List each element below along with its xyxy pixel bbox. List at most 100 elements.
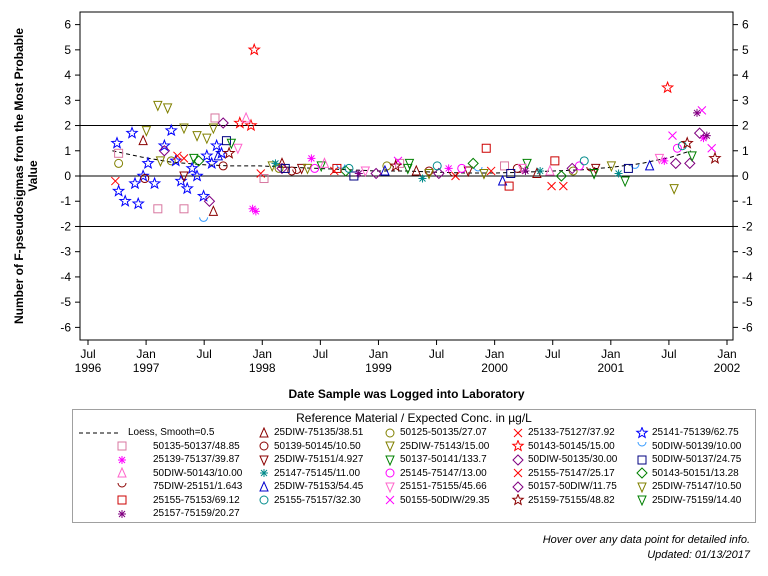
data-point[interactable]: 25DIW-75143/15.00 1997-02-20 2.8 [153,100,163,112]
data-point[interactable]: 25DIW-75153/54.45 2001-04-25 0.4 [644,159,655,171]
data-point[interactable]: 25155-75147/25.17 2000-06-25 -0.4 [547,181,556,191]
data-point[interactable]: 25155-75157/32.30 2000-10-05 0.6 [579,156,589,166]
data-point[interactable]: 25141-75139/62.75 1996-12-01 1.7 [125,126,139,139]
legend-marker[interactable] [259,426,269,438]
legend-marker[interactable] [117,467,127,478]
legend-marker[interactable] [259,441,269,451]
legend-marker[interactable] [385,455,395,466]
data-point[interactable]: 50143-50145/15.00 1997-12-15 5 [247,42,261,56]
data-point[interactable]: 25147-75145/11.00 2000-05-20 0.2 [536,166,545,175]
data-point[interactable]: 50155-50DIW/29.35 2001-11-05 1.1 [707,143,717,153]
legend-marker[interactable] [117,482,127,488]
data-point[interactable]: 25139-75137/39.87 1997-12-20 -1.4 [251,207,260,216]
data-point[interactable]: 25141-75139/62.75 1997-07-20 0.8 [200,148,214,162]
data-point[interactable]: 25159-75155/48.82 1997-09-28 0.9 [222,146,236,159]
data-point[interactable]: 25147-75145/11.00 1998-02-20 0.5 [271,159,280,168]
data-point[interactable]: 50155-50DIW/29.35 2001-07-05 1.6 [668,131,677,140]
data-point[interactable]: 50135-50137/48.85 1997-05-10 -1.3 [179,204,189,214]
data-point[interactable]: 50157-50DIW/11.75 2001-08-28 0.5 [684,157,696,170]
data-point[interactable]: 25DIW-75143/15.00 1997-07-20 1.5 [202,133,212,145]
legend-marker[interactable] [637,482,647,493]
data-point[interactable]: 50137-50141/133.7 1997-06-10 0.7 [189,153,199,165]
data-point[interactable]: 25DIW-75147/10.50 2000-12-28 0.4 [606,161,617,173]
data-point[interactable]: 50DIW-50135/30.00 2001-07-15 0.5 [670,157,682,170]
data-point[interactable]: 25DIW-75135/38.51 1999-05-01 0.2 [411,164,422,176]
data-point[interactable]: 25141-75139/62.75 1997-04-01 1.8 [164,123,178,137]
data-point[interactable]: 50125-50135/27.07 1996-10-20 0.5 [114,158,124,168]
legend-marker[interactable] [385,441,395,453]
data-point[interactable]: 25139-75137/39.87 1998-06-10 0.7 [307,154,316,163]
data-point[interactable]: 25157-75159/20.27 2000-04-05 0.2 [521,166,530,175]
legend-marker[interactable] [637,442,647,447]
legend-marker[interactable] [259,495,269,505]
data-point[interactable]: 50DIW-50139/10.00 1997-07-10 -1.8 [199,217,209,222]
data-point[interactable]: 25141-75139/62.75 1996-10-20 -0.6 [112,184,126,197]
data-point[interactable]: 25DIW-75143/15.00 2001-07-10 -0.5 [669,184,679,195]
data-point[interactable]: 25157-75159/20.27 2001-09-20 2.5 [692,108,701,117]
data-point[interactable]: 50135-50137/48.85 1997-08-15 2.3 [210,113,220,123]
data-point[interactable]: 25DIW-75147/10.50 1997-02-28 0.6 [155,156,166,168]
legend-marker[interactable] [511,494,525,506]
data-point[interactable]: 25147-75145/11.00 1999-05-20 -0.1 [418,174,427,183]
legend-marker[interactable] [260,469,268,478]
data-point[interactable]: 25145-75147/13.00 2001-07-20 1.1 [672,143,682,153]
data-point[interactable]: 25141-75139/62.75 1997-08-20 1.2 [209,138,224,152]
data-point[interactable]: 25DIW-75135/38.51 1997-08-10 -1.4 [208,205,219,216]
data-point[interactable]: 25155-75147/25.17 1999-12-20 0.2 [486,166,496,176]
data-point[interactable]: 50DIW-50135/30.00 1997-09-10 2.1 [217,117,229,129]
data-point[interactable]: 25157-75159/20.27 1998-11-05 0.1 [354,169,363,178]
data-point[interactable]: 25159-75155/48.82 2001-08-20 1.3 [680,136,694,149]
data-point[interactable]: 50125-50135/27.07 1997-04-01 0.6 [166,156,176,166]
data-point[interactable]: 25155-75157/32.30 1998-10-05 0.3 [344,163,354,173]
legend-marker[interactable] [117,441,127,451]
data-point[interactable]: 25133-75127/37.92 1996-10-10 -0.2 [110,176,120,186]
data-point[interactable]: 25141-75139/62.75 1996-12-10 -0.3 [128,176,142,190]
data-point[interactable]: 25141-75139/62.75 1996-11-10 -1 [118,194,132,207]
legend-marker[interactable] [513,428,523,438]
data-point[interactable]: 25139-75137/39.87 1999-08-10 0.3 [444,164,453,173]
data-point[interactable]: 25151-75155/45.66 1997-10-25 1.1 [233,143,243,155]
data-point[interactable]: 50137-50141/133.7 1999-04-10 0.5 [404,158,415,170]
data-point[interactable]: 50135-50137/48.85 2000-02-01 0.4 [500,161,510,171]
legend-marker[interactable] [637,455,647,465]
data-point[interactable]: 50137-50141/133.7 2001-02-10 -0.2 [620,176,630,188]
legend-marker[interactable] [118,509,126,518]
legend-marker[interactable] [636,467,648,479]
legend-marker[interactable] [385,495,395,505]
data-point[interactable]: 25141-75139/62.75 1997-02-10 -0.3 [147,176,162,190]
data-point[interactable]: 25DIW-75143/15.00 1997-01-15 1.8 [141,126,152,137]
data-point[interactable]: 50135-50137/48.85 1996-10-20 0.9 [114,148,124,158]
legend-marker[interactable] [512,481,524,493]
data-point[interactable]: 25157-75159/20.27 2001-10-20 1.6 [702,131,711,140]
data-point[interactable]: 50143-50145/15.00 2001-06-20 3.5 [661,80,675,94]
data-point[interactable]: 25141-75139/62.75 1996-12-20 -1.1 [131,196,145,210]
data-point[interactable]: 25141-75139/62.75 1996-10-15 1.3 [110,136,124,149]
data-point[interactable]: 25155-75147/25.17 1998-08-20 0.2 [329,166,339,176]
data-point[interactable]: 25133-75127/37.92 2000-08-01 -0.4 [558,181,568,191]
legend-marker[interactable] [637,495,647,507]
data-point[interactable]: 25159-75155/48.82 2001-11-15 0.7 [708,151,722,164]
data-point[interactable]: 25155-75157/32.30 2001-08-05 1.2 [677,141,687,151]
legend-marker[interactable] [385,482,395,493]
data-point[interactable]: 50157-50DIW/11.75 1998-12-28 0.1 [370,167,382,180]
data-point[interactable]: 25151-75155/45.66 1998-11-25 0.2 [360,166,371,178]
data-point[interactable]: 25DIW-75147/10.50 1999-11-28 0.1 [479,168,489,180]
data-point[interactable]: 25DIW-75159/14.40 1997-10-05 1.3 [226,138,237,150]
data-point[interactable]: 50DIW-50143/10.00 2000-06-20 0.2 [545,164,555,176]
data-point[interactable]: 25147-75145/11.00 2001-01-20 0.1 [614,169,623,178]
legend-marker[interactable] [385,468,395,478]
legend-marker[interactable] [259,480,269,492]
legend-marker[interactable] [512,454,524,466]
legend-marker[interactable] [117,495,127,505]
data-point[interactable]: 25133-75127/37.92 1997-05-10 0.7 [179,153,189,163]
data-point[interactable]: 25141-75139/62.75 1997-01-20 0.5 [141,156,155,169]
data-point[interactable]: 25DIW-75143/15.00 1997-06-20 1.6 [192,131,202,142]
data-point[interactable]: 25DIW-75153/54.45 1999-01-25 0.2 [380,164,390,176]
data-point[interactable]: 50DIW-50143/10.00 1997-11-20 2.3 [241,111,251,123]
legend-marker[interactable] [511,440,525,452]
data-point[interactable]: 25DIW-75143/15.00 1997-03-20 2.7 [162,103,173,115]
data-point[interactable]: 25155-75157/32.30 1999-07-05 0.4 [432,161,442,171]
data-point[interactable]: 50135-50137/48.85 1997-02-20 -1.3 [153,204,163,214]
legend-marker[interactable] [635,426,649,439]
data-point[interactable]: 50137-50141/133.7 2000-04-10 0.5 [522,158,532,170]
